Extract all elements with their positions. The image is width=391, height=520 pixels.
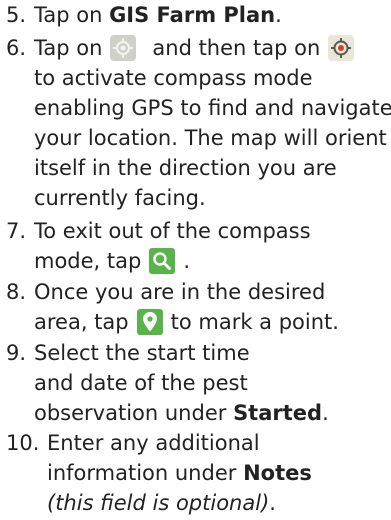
search-icon — [149, 248, 176, 274]
step-text: Tap on — [34, 36, 103, 60]
step-text: Select the start time — [34, 341, 250, 365]
step-number: 5. — [6, 3, 27, 27]
field-name-bold: Notes — [243, 461, 312, 485]
step-text: and then tap on — [152, 36, 321, 60]
step-number: 9. — [6, 341, 27, 365]
field-name-bold: Started — [233, 401, 323, 425]
step-text-end: . — [275, 3, 282, 27]
step-6: 6. Tap on and then tap on to activate comp… — [6, 33, 391, 213]
step-text: To exit out of the compass — [34, 219, 311, 243]
step-text-end: . — [183, 249, 191, 273]
compass-target-icon — [328, 35, 355, 61]
step-text: Enter any additional — [47, 431, 260, 455]
step-text: area, tap — [34, 310, 129, 334]
step-text-line: your location. The map will orient — [34, 126, 387, 150]
step-text-end: to mark a point. — [170, 310, 339, 334]
map-pin-icon — [136, 309, 163, 335]
app-name-bold: GIS Farm Plan — [109, 3, 276, 27]
step-9: 9. Select the start time and date of the … — [6, 338, 391, 428]
step-5: 5. Tap on GIS Farm Plan. — [6, 0, 391, 30]
compass-icon — [110, 35, 137, 61]
step-number: 7. — [6, 219, 27, 243]
step-text: Tap on — [34, 3, 110, 27]
step-10: 10. Enter any additional information unde… — [6, 428, 391, 518]
step-text: information under — [47, 461, 244, 485]
step-text-line: enabling GPS to find and navigate — [34, 96, 391, 120]
step-7: 7. To exit out of the compass mode, tap. — [6, 216, 391, 276]
step-text-line: itself in the direction you are — [34, 156, 337, 180]
instruction-list: 5. Tap on GIS Farm Plan. 6. Tap on and then… — [0, 0, 391, 520]
step-text-line: and date of the pest — [34, 371, 248, 395]
step-text-end: . — [269, 491, 276, 515]
step-text: Once you are in the desired — [34, 280, 326, 304]
step-8: 8. Once you are in the desired area, tap t… — [6, 277, 391, 337]
optional-note: (this field is optional) — [47, 491, 270, 515]
step-number: 10. — [6, 431, 40, 455]
step-text: mode, tap — [34, 249, 142, 273]
step-text: observation under — [34, 401, 234, 425]
step-text-line: to activate compass mode — [34, 66, 313, 90]
step-text-line: currently facing. — [34, 186, 206, 210]
step-number: 6. — [6, 36, 27, 60]
step-text-end: . — [322, 401, 329, 425]
step-number: 8. — [6, 280, 27, 304]
